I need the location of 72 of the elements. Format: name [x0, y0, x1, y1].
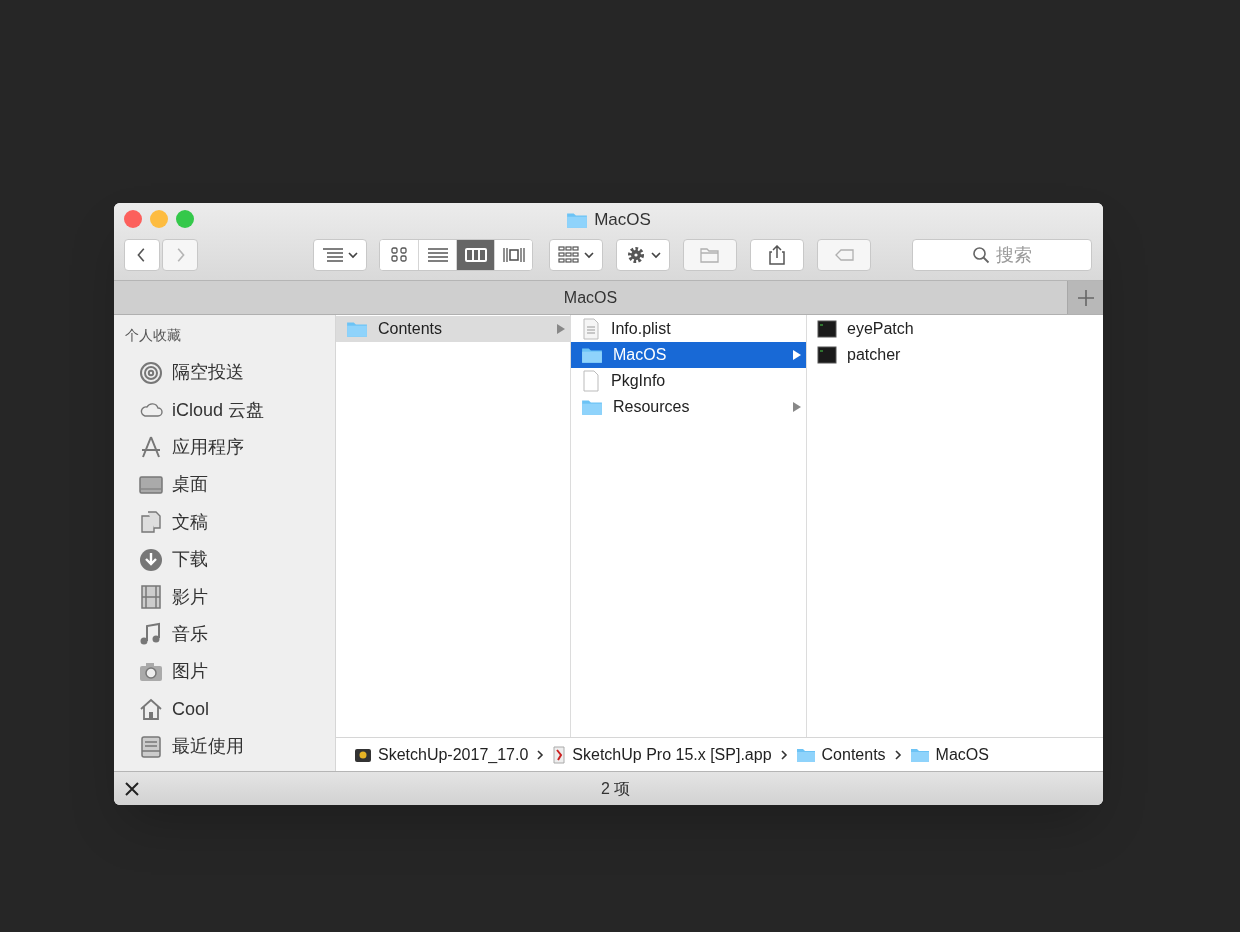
grid-icon — [558, 245, 580, 265]
action-button[interactable] — [616, 239, 670, 271]
sidebar-item[interactable]: 下载 — [125, 540, 335, 579]
sidebar-heading: 个人收藏 — [125, 326, 182, 345]
columns-icon — [464, 245, 487, 265]
folder-icon — [346, 320, 368, 338]
file-row[interactable]: patcher — [807, 342, 1103, 368]
sidebar-item[interactable]: 隔空投送 — [125, 354, 335, 392]
file-row[interactable]: PkgInfo — [571, 368, 806, 394]
caret-icon — [348, 251, 358, 259]
arrange-button[interactable] — [313, 239, 367, 271]
path-item[interactable]: SketchUp-2017_17.0 — [354, 742, 529, 767]
column-view-button[interactable] — [456, 240, 494, 270]
list-lines-icon — [426, 245, 449, 265]
caret-icon — [651, 251, 661, 259]
airdrop-icon — [138, 360, 164, 385]
cover-flow-icon — [502, 245, 525, 265]
search-placeholder: 搜索 — [996, 243, 1032, 267]
list-lines-icon — [322, 247, 344, 263]
house-icon — [138, 697, 164, 722]
documents-icon — [138, 510, 164, 535]
disclosure-arrow-icon — [793, 402, 801, 412]
folder-icon — [581, 398, 603, 416]
chevron-icon — [779, 749, 788, 760]
cover-flow-button[interactable] — [494, 240, 532, 270]
sidebar-item[interactable]: 图片 — [125, 653, 335, 691]
file-row[interactable]: Info.plist — [571, 316, 806, 342]
folder-icon — [909, 746, 930, 763]
tab[interactable]: MacOS — [114, 281, 1067, 314]
path-item[interactable]: SketchUp Pro 15.x [SP].app — [552, 742, 772, 767]
group-button[interactable] — [549, 239, 603, 271]
download-icon — [138, 547, 164, 572]
chevron-icon — [893, 749, 902, 760]
sidebar-item[interactable]: 影片 — [125, 578, 335, 616]
file-row[interactable]: Resources — [571, 394, 806, 420]
path-item[interactable]: Contents — [795, 742, 886, 767]
film-icon — [138, 585, 164, 610]
file-row[interactable]: Contents — [336, 316, 570, 342]
path-item[interactable]: MacOS — [909, 742, 989, 767]
search-icon — [972, 246, 990, 264]
caret-icon — [584, 251, 594, 259]
sidebar-item[interactable]: 音乐 — [125, 615, 335, 654]
plus-icon — [1076, 288, 1095, 307]
sidebar-item[interactable]: Cool — [125, 690, 335, 728]
new-tab-button[interactable] — [1067, 281, 1103, 314]
tray-icon — [138, 734, 164, 759]
gear-icon — [625, 245, 647, 265]
sidebar-item[interactable]: 最近使用 — [125, 727, 335, 766]
back-button[interactable] — [124, 239, 160, 271]
folder-icon — [795, 746, 816, 763]
terminal-icon — [817, 346, 837, 364]
disclosure-arrow-icon — [793, 350, 801, 360]
chevron-icon — [536, 749, 545, 760]
file-row[interactable]: eyePatch — [807, 316, 1103, 342]
app-icon — [552, 745, 567, 764]
disclosure-arrow-icon — [557, 324, 565, 334]
share-icon — [766, 245, 788, 265]
sidebar-item[interactable]: 文稿 — [125, 503, 335, 541]
share-button[interactable] — [750, 239, 804, 271]
file-row[interactable]: MacOS — [571, 342, 806, 368]
grid-icon — [388, 245, 410, 265]
folder-icon — [581, 346, 603, 364]
blank-document-icon — [581, 370, 601, 392]
folder-icon — [566, 211, 589, 229]
terminal-icon — [817, 320, 837, 338]
close-button[interactable] — [124, 210, 142, 228]
document-icon — [581, 318, 601, 340]
sidebar-item[interactable]: iCloud 云盘 — [125, 391, 335, 429]
sidebar-item[interactable]: 桌面 — [125, 466, 335, 504]
sidebar-item[interactable]: 应用程序 — [125, 428, 335, 467]
item-count: 2 项 — [601, 778, 631, 799]
window-title: MacOS — [594, 209, 651, 232]
